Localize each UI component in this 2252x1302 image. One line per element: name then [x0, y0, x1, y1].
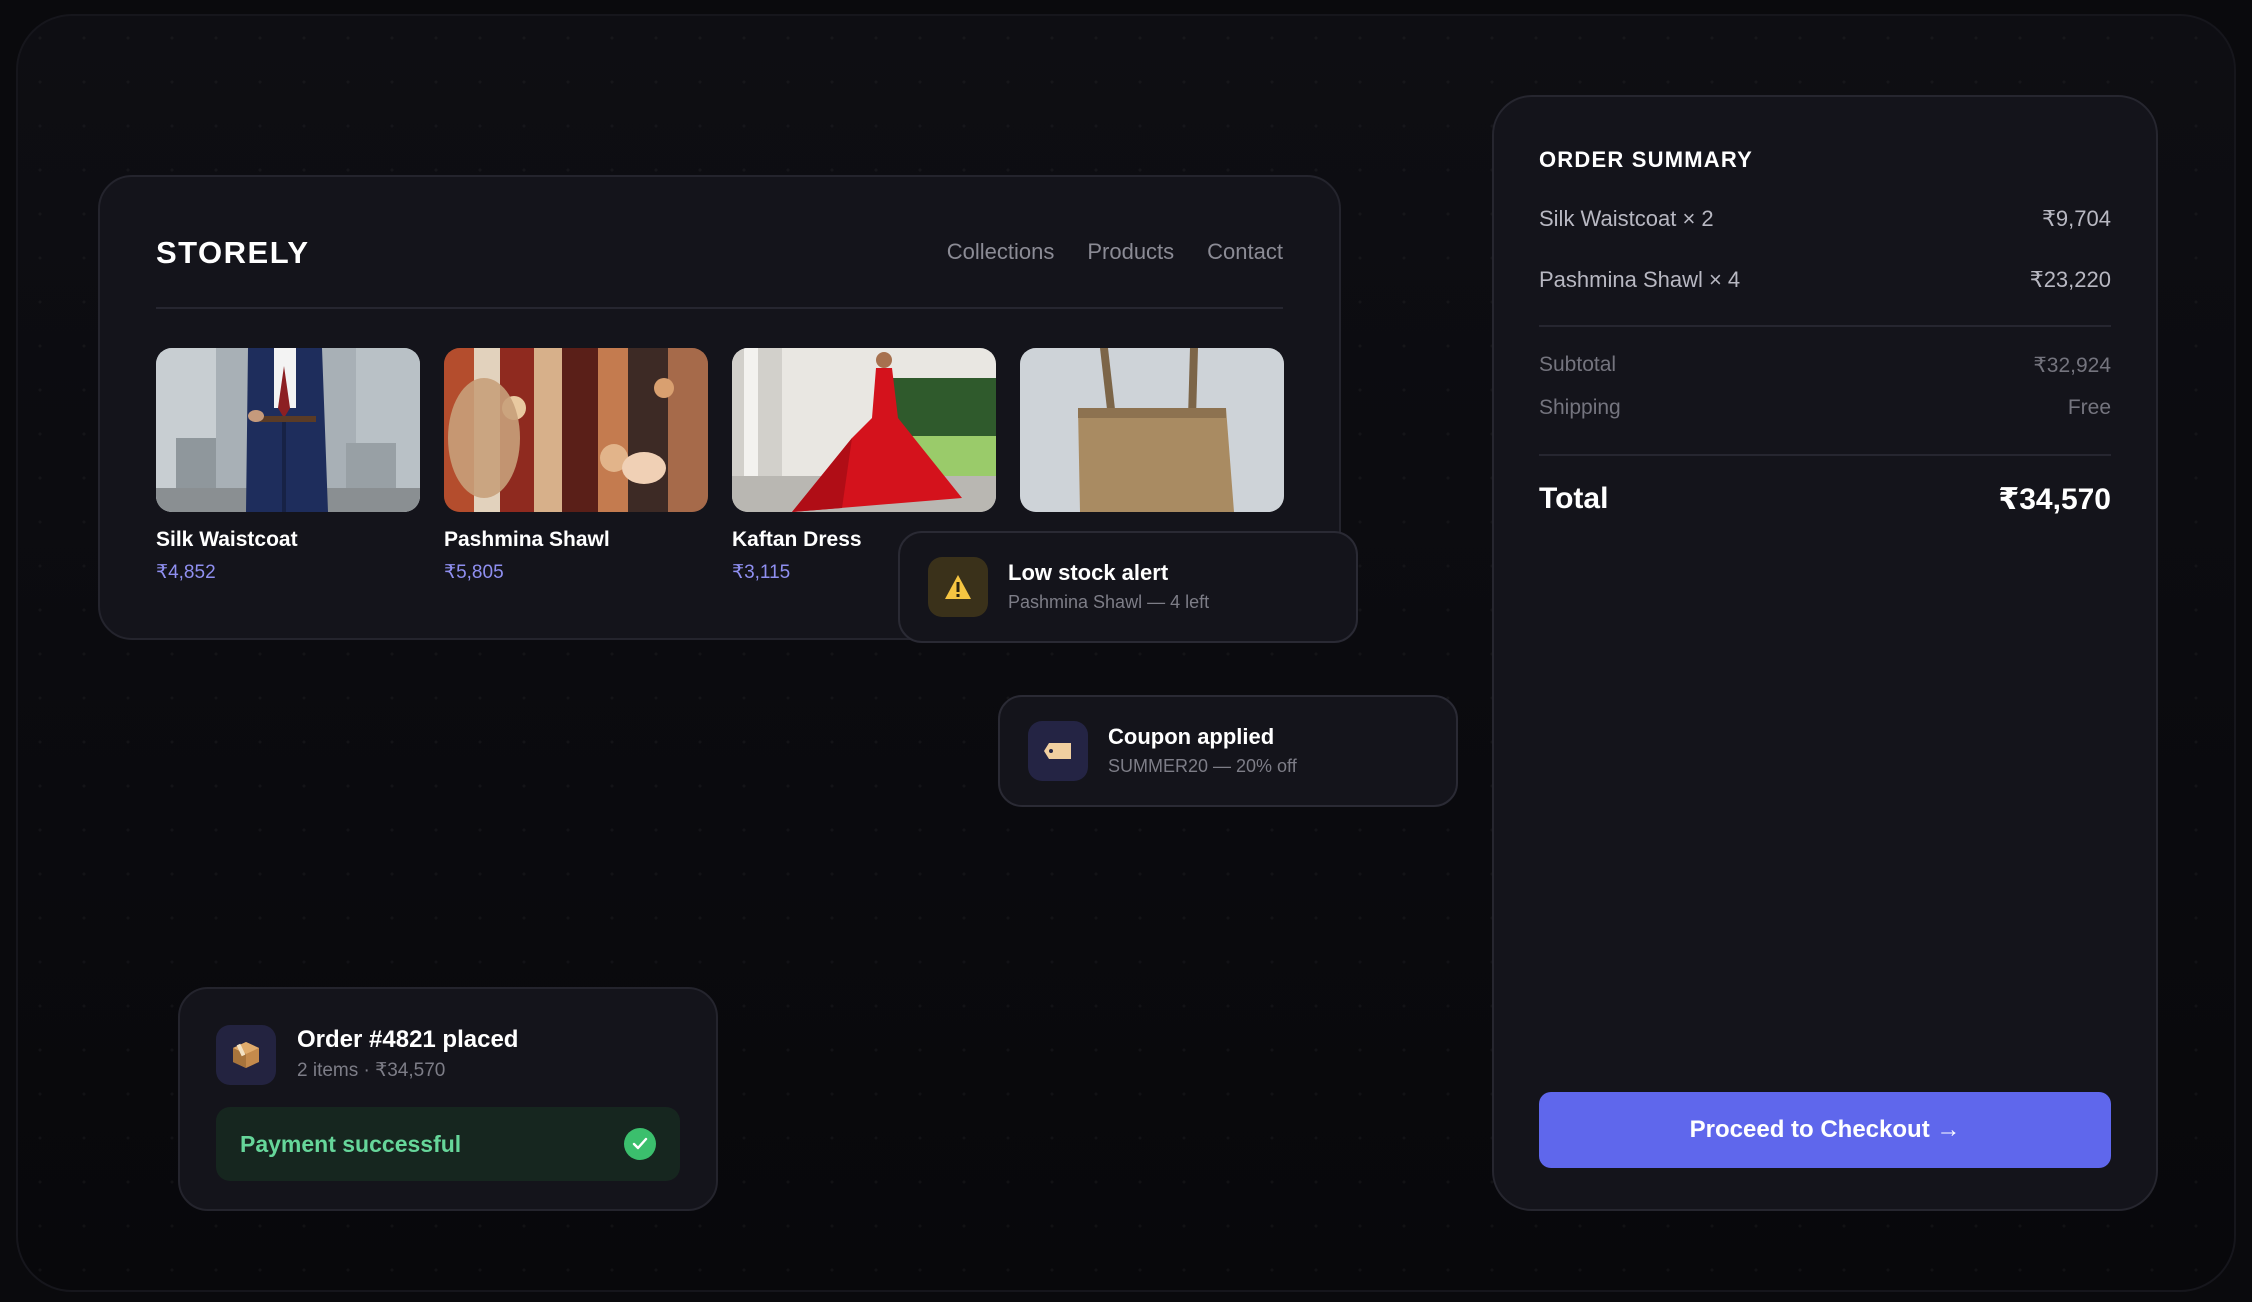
product-card-pashmina-shawl[interactable]: Pashmina Shawl ₹5,805: [444, 348, 708, 584]
tag-icon: [1028, 721, 1088, 781]
line-item-label: Pashmina Shawl × 4: [1539, 267, 1741, 292]
checkout-button[interactable]: Proceed to Checkout →: [1539, 1092, 2111, 1168]
product-card-silk-waistcoat[interactable]: Silk Waistcoat ₹4,852: [156, 348, 420, 584]
coupon-toast[interactable]: Coupon applied SUMMER20 — 20% off: [998, 695, 1458, 807]
divider: [1539, 325, 2111, 327]
order-placed-card[interactable]: Order #4821 placed 2 items · ₹34,570 Pay…: [178, 987, 718, 1211]
product-image-kaftan-dress[interactable]: [732, 348, 996, 512]
product-image-silk-waistcoat[interactable]: [156, 348, 420, 512]
product-price: ₹4,852: [156, 562, 216, 583]
low-stock-toast[interactable]: Low stock alert Pashmina Shawl — 4 left: [898, 531, 1358, 643]
product-image-tote-bag[interactable]: [1020, 348, 1284, 512]
subtotal-value: ₹32,924: [2033, 354, 2111, 377]
check-icon: [624, 1128, 656, 1160]
shipping-value: Free: [2067, 396, 2111, 419]
shipping-label: Shipping: [1539, 396, 1621, 419]
toast-title: Coupon applied: [1108, 724, 1275, 749]
product-price: ₹5,805: [444, 562, 504, 583]
order-subtitle: 2 items · ₹34,570: [297, 1060, 446, 1081]
summary-title: ORDER SUMMARY: [1539, 147, 1754, 172]
top-nav: Collections Products Contact: [947, 239, 1283, 265]
nav-collections[interactable]: Collections: [947, 239, 1055, 265]
total-row: Total ₹34,570: [1539, 482, 2111, 517]
line-item-amount: ₹9,704: [2041, 206, 2111, 231]
nav-contact[interactable]: Contact: [1207, 239, 1283, 265]
nav-products[interactable]: Products: [1087, 239, 1174, 265]
divider: [1539, 454, 2111, 456]
divider: [156, 307, 1283, 309]
package-icon: [216, 1025, 276, 1085]
toast-title: Low stock alert: [1008, 560, 1169, 585]
warning-icon: [928, 557, 988, 617]
payment-status-label: Payment successful: [240, 1131, 462, 1157]
subtotal-label: Subtotal: [1539, 353, 1617, 376]
subtotal-row: Subtotal ₹32,924: [1539, 353, 2111, 378]
order-summary-panel: ORDER SUMMARY Silk Waistcoat × 2 ₹9,704 …: [1492, 95, 2158, 1211]
brand-logo[interactable]: STORELY: [156, 235, 310, 271]
total-value: ₹34,570: [1998, 483, 2111, 516]
order-title: Order #4821 placed: [297, 1026, 519, 1053]
total-label: Total: [1539, 482, 1609, 515]
toast-subtitle: Pashmina Shawl — 4 left: [1008, 592, 1210, 612]
product-name: Silk Waistcoat: [156, 528, 298, 551]
summary-line-item: Silk Waistcoat × 2 ₹9,704: [1539, 206, 2111, 232]
product-image-pashmina-shawl[interactable]: [444, 348, 708, 512]
toast-subtitle: SUMMER20 — 20% off: [1108, 756, 1297, 776]
shipping-row: Shipping Free: [1539, 396, 2111, 420]
line-item-label: Silk Waistcoat × 2: [1539, 206, 1714, 231]
line-item-amount: ₹23,220: [2029, 267, 2111, 292]
summary-line-item: Pashmina Shawl × 4 ₹23,220: [1539, 267, 2111, 293]
product-name: Pashmina Shawl: [444, 528, 610, 551]
payment-status-banner: Payment successful: [216, 1107, 680, 1181]
